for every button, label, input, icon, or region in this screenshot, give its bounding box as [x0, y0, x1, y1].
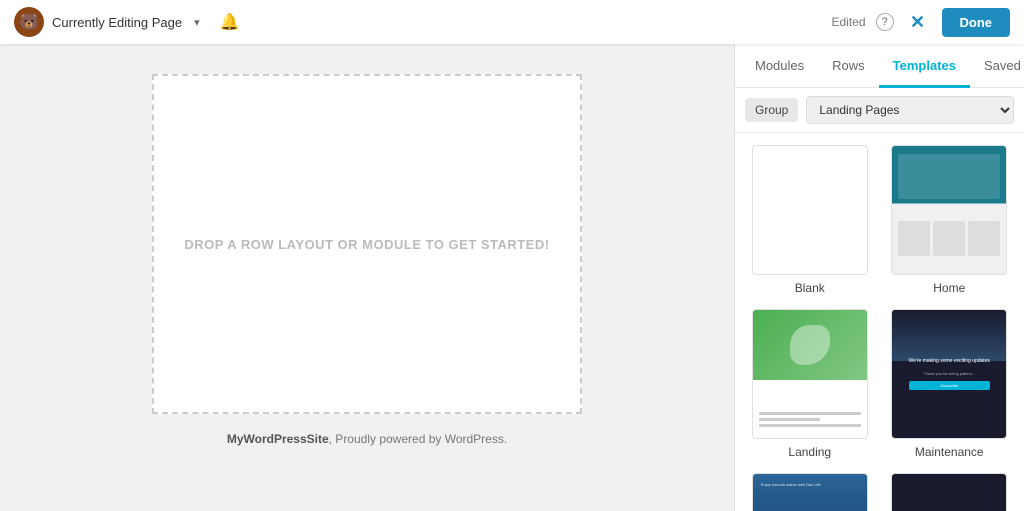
- help-icon[interactable]: ?: [876, 13, 894, 31]
- thumb-partial1-line: Enjoy smooth action with Dax Life: [761, 482, 859, 488]
- template-grid: Blank Home: [735, 133, 1024, 511]
- footer: MyWordPressSite, Proudly powered by Word…: [227, 432, 507, 446]
- template-name-landing: Landing: [788, 445, 831, 459]
- thumb-maint-bg: [892, 310, 1006, 361]
- page-title: Currently Editing Page: [52, 15, 182, 30]
- thumb-landing-top: [753, 310, 867, 380]
- thumb-line-1: [759, 412, 861, 415]
- template-thumb-partial1: Enjoy smooth action with Dax Life: [752, 473, 868, 511]
- thumb-maint-body: Thank you for being patient...: [909, 371, 990, 376]
- thumb-card-2: [933, 221, 965, 256]
- tab-rows[interactable]: Rows: [818, 44, 879, 88]
- top-bar-left: 🐻 Currently Editing Page ▾ 🔔: [14, 7, 240, 37]
- site-name: MyWordPressSite: [227, 432, 329, 446]
- tab-templates[interactable]: Templates: [879, 44, 970, 88]
- thumb-line-3: [759, 424, 861, 427]
- footer-powered: , Proudly powered by WordPress.: [329, 432, 508, 446]
- thumb-maint-heading: We're making some exciting updates: [909, 358, 990, 365]
- thumb-partial2-graphic: [892, 474, 1006, 511]
- top-bar-right: Edited ? ✕ Done: [831, 8, 1010, 37]
- template-thumb-maintenance: We're making some exciting updates Thank…: [891, 309, 1007, 439]
- bell-icon[interactable]: 🔔: [220, 12, 240, 32]
- thumb-landing-lines: [759, 412, 861, 430]
- thumb-maint-button: Subscribe: [909, 381, 990, 390]
- canvas-area: DROP A ROW LAYOUT OR MODULE TO GET START…: [0, 44, 734, 511]
- thumb-partial1-text: Enjoy smooth action with Dax Life: [753, 474, 867, 496]
- thumb-home-overlay: [898, 154, 1000, 199]
- template-thumb-blank: [752, 145, 868, 275]
- drop-zone-text: DROP A ROW LAYOUT OR MODULE TO GET START…: [184, 237, 549, 252]
- top-bar: 🐻 Currently Editing Page ▾ 🔔 Edited ? ✕ …: [0, 0, 1024, 44]
- done-button[interactable]: Done: [942, 8, 1011, 37]
- tab-saved[interactable]: Saved: [970, 44, 1024, 88]
- close-button[interactable]: ✕: [904, 8, 932, 36]
- site-logo[interactable]: 🐻: [14, 7, 44, 37]
- thumb-card-3: [968, 221, 1000, 256]
- thumb-landing-graphic: [753, 310, 867, 438]
- template-name-home: Home: [933, 281, 965, 295]
- chevron-down-icon[interactable]: ▾: [194, 16, 200, 29]
- template-home[interactable]: Home: [887, 145, 1013, 295]
- group-button[interactable]: Group: [745, 98, 798, 122]
- thumb-partial1-graphic: Enjoy smooth action with Dax Life: [753, 474, 867, 511]
- template-blank[interactable]: Blank: [747, 145, 873, 295]
- template-landing[interactable]: Landing: [747, 309, 873, 459]
- template-maintenance[interactable]: We're making some exciting updates Thank…: [887, 309, 1013, 459]
- thumb-card-1: [898, 221, 930, 256]
- template-partial2[interactable]: [887, 473, 1013, 511]
- main-area: DROP A ROW LAYOUT OR MODULE TO GET START…: [0, 44, 1024, 511]
- template-partial1[interactable]: Enjoy smooth action with Dax Life: [747, 473, 873, 511]
- group-row: Group Landing Pages All Pages Blog Portf…: [735, 88, 1024, 133]
- thumb-line-2: [759, 418, 820, 421]
- edited-status: Edited: [831, 15, 865, 29]
- panel-tabs: Modules Rows Templates Saved: [735, 44, 1024, 88]
- template-thumb-home: [891, 145, 1007, 275]
- thumb-landing-blob: [790, 325, 830, 365]
- template-thumb-partial2: [891, 473, 1007, 511]
- tab-modules[interactable]: Modules: [741, 44, 818, 88]
- thumb-maint-content: We're making some exciting updates Thank…: [909, 358, 990, 390]
- drop-zone[interactable]: DROP A ROW LAYOUT OR MODULE TO GET START…: [152, 74, 582, 414]
- thumb-maintenance-graphic: We're making some exciting updates Thank…: [892, 310, 1006, 438]
- group-select[interactable]: Landing Pages All Pages Blog Portfolio: [806, 96, 1014, 124]
- right-panel: Modules Rows Templates Saved Group Landi…: [734, 44, 1024, 511]
- template-name-maintenance: Maintenance: [915, 445, 984, 459]
- thumb-home-cards: [898, 221, 1000, 256]
- template-thumb-landing: [752, 309, 868, 439]
- thumb-home-graphic: [892, 146, 1006, 274]
- template-name-blank: Blank: [795, 281, 825, 295]
